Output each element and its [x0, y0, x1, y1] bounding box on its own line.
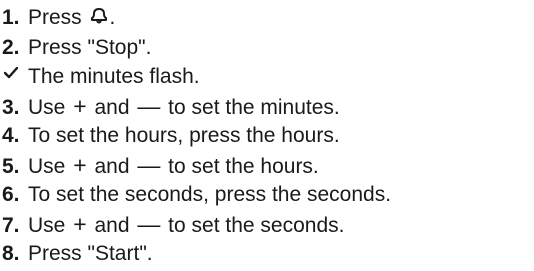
step-text: The minutes flash.: [28, 65, 200, 88]
step-3: 3. Use + and — to set the minutes.: [2, 92, 534, 122]
step-5: 5. Use + and — to set the hours.: [2, 151, 534, 181]
step-text: Use + and — to set the minutes.: [28, 92, 340, 123]
step-text: To set the hours, press the hours.: [28, 124, 340, 147]
step-1: 1. Press .: [2, 3, 534, 33]
plus-icon: +: [73, 210, 87, 237]
result-note: The minutes flash.: [2, 62, 534, 92]
step-number: 4.: [2, 124, 20, 147]
step-text: Press "Stop".: [28, 35, 152, 59]
minus-icon: —: [137, 210, 161, 237]
bell-icon: [89, 5, 109, 35]
step-6: 6. To set the seconds, press the seconds…: [2, 180, 534, 210]
checkmark-icon: [2, 63, 28, 83]
minus-icon: —: [137, 92, 161, 119]
step-4: 4. To set the hours, press the hours.: [2, 121, 534, 151]
step-number: 8.: [2, 242, 20, 265]
step-8: 8. Press "Start".: [2, 239, 534, 269]
plus-icon: +: [73, 92, 87, 119]
step-number: 1.: [2, 6, 20, 29]
step-text: Use + and — to set the seconds.: [28, 210, 344, 241]
step-text: Press .: [28, 3, 115, 35]
plus-icon: +: [73, 151, 87, 178]
step-7: 7. Use + and — to set the seconds.: [2, 210, 534, 240]
step-number: 6.: [2, 183, 20, 206]
step-text: Press "Start".: [28, 242, 153, 265]
step-text: To set the seconds, press the seconds.: [28, 183, 392, 206]
minus-icon: —: [137, 151, 161, 178]
step-number: 7.: [2, 213, 20, 237]
step-text: Use + and — to set the hours.: [28, 151, 319, 182]
instruction-list: 1. Press . 2. Press "Stop". The minutes …: [0, 0, 534, 269]
step-number: 3.: [2, 95, 20, 119]
step-number: 2.: [2, 35, 20, 59]
step-2: 2. Press "Stop".: [2, 33, 534, 63]
step-number: 5.: [2, 154, 20, 178]
